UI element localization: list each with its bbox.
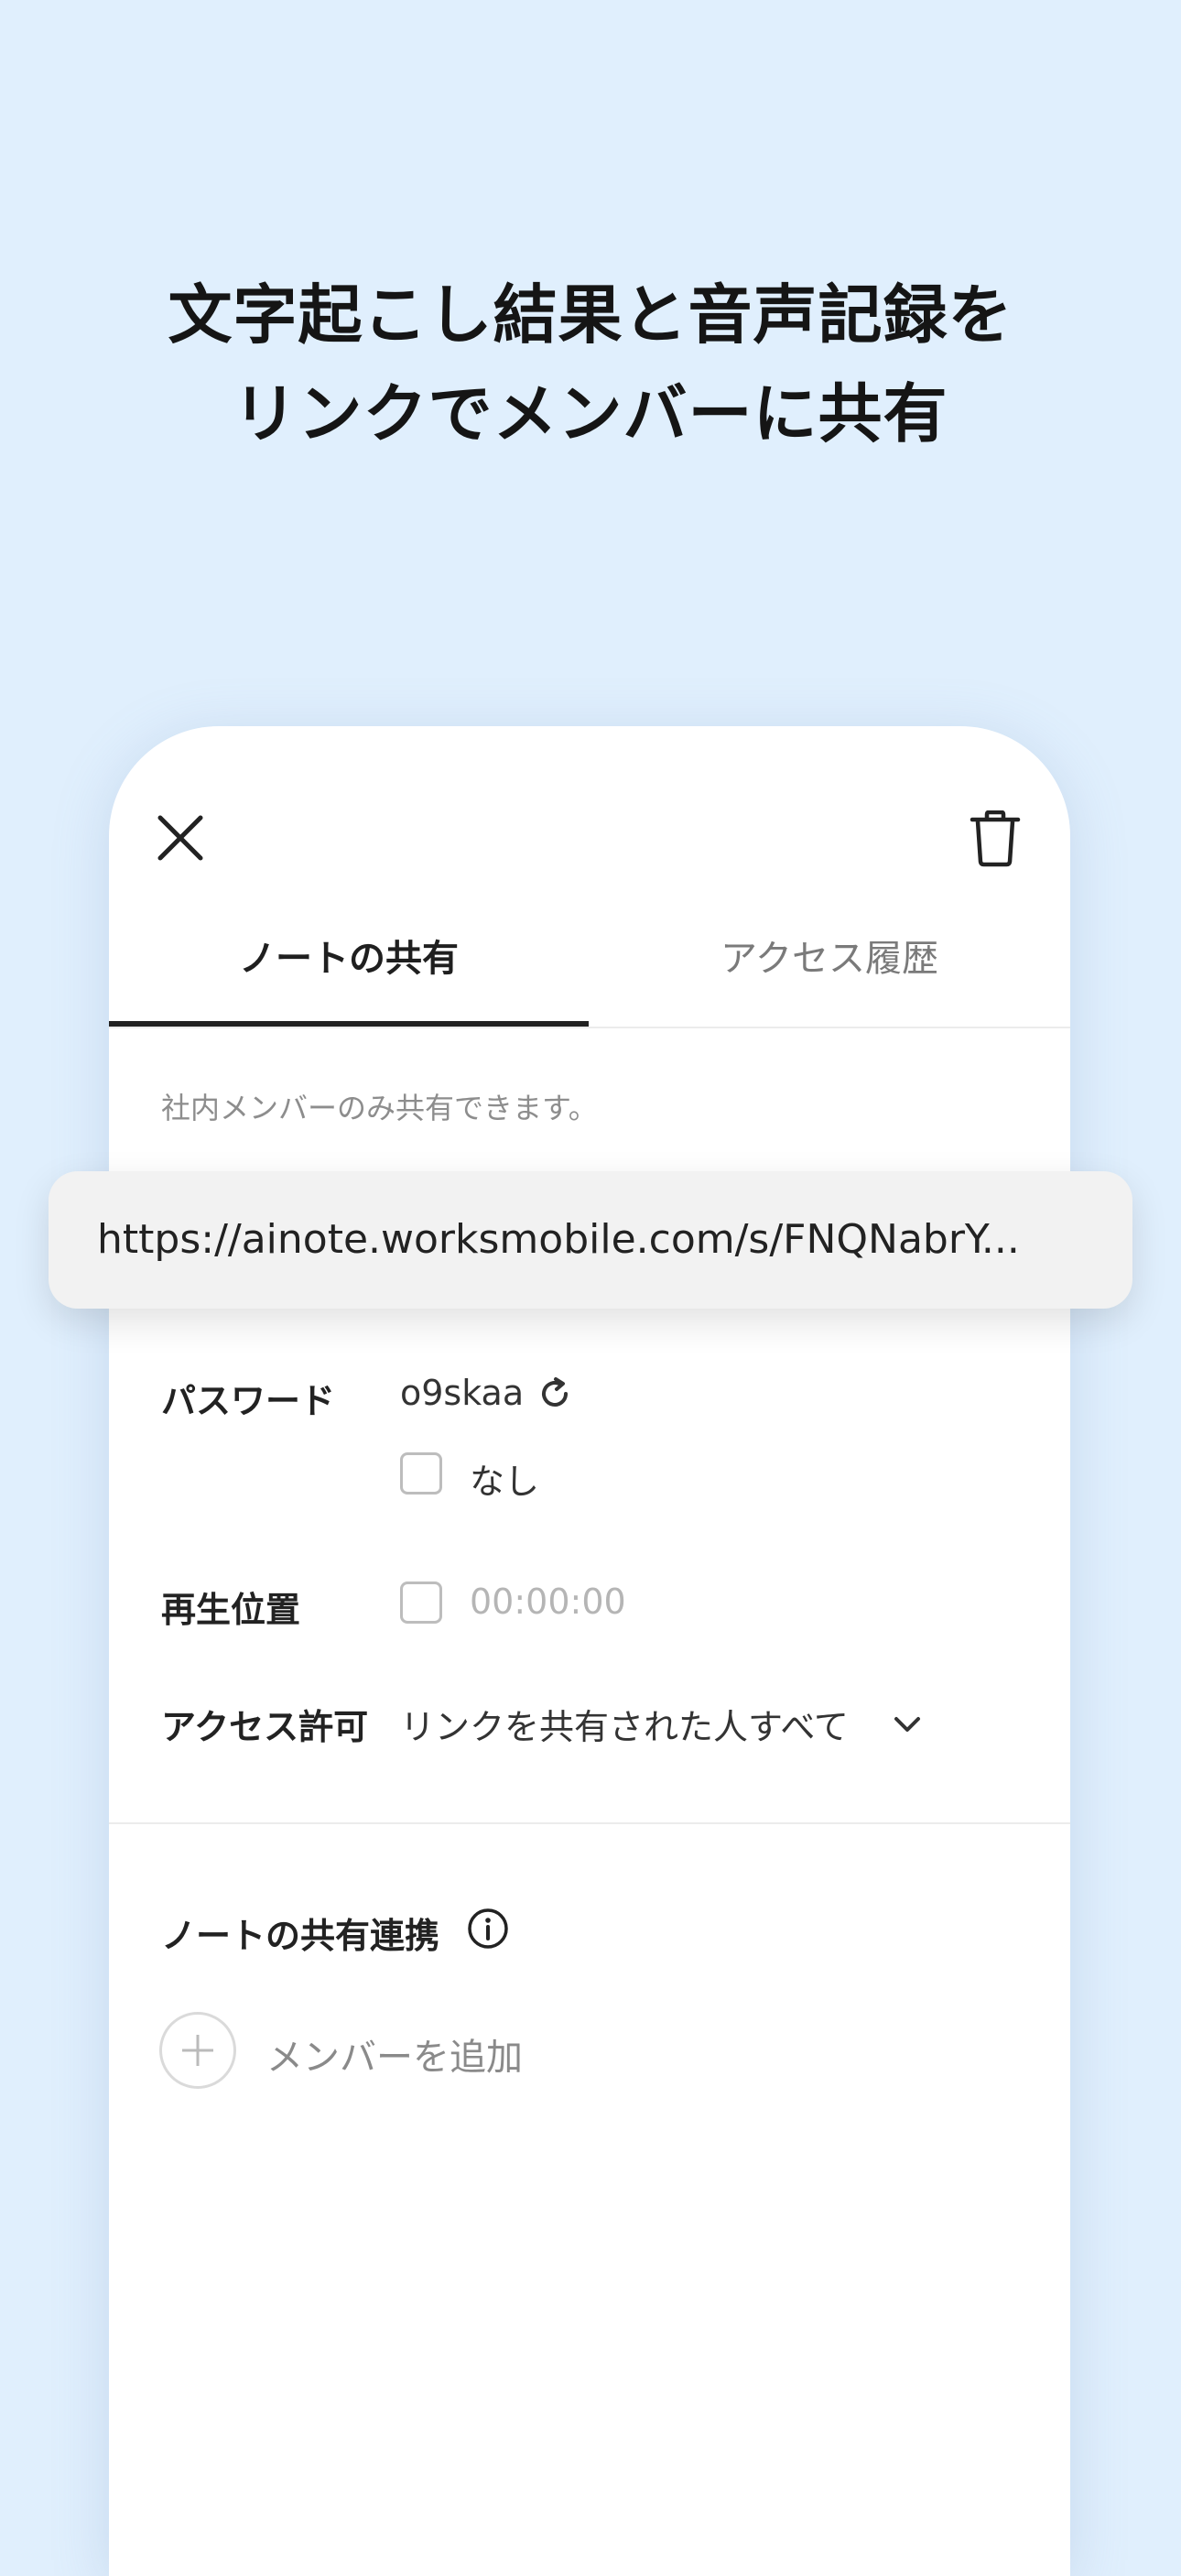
- password-value: o9skaa: [400, 1373, 525, 1413]
- access-permission-label: アクセス許可: [161, 1707, 369, 1747]
- section-divider: [109, 1822, 1070, 1824]
- tab-access-history[interactable]: アクセス履歴: [589, 909, 1070, 1027]
- share-url-field[interactable]: https://ainote.worksmobile.com/s/FNQNabr…: [49, 1171, 1132, 1309]
- tab-note-share[interactable]: ノートの共有: [109, 909, 589, 1027]
- access-permission-select[interactable]: リンクを共有された人すべて: [400, 1699, 849, 1749]
- tab-bar: ノートの共有 アクセス履歴: [109, 909, 1070, 1028]
- playback-position-checkbox[interactable]: [400, 1581, 442, 1624]
- chevron-down-icon[interactable]: [889, 1706, 926, 1743]
- headline-line-1: 文字起こし結果と音声記録を: [168, 277, 1013, 353]
- headline-line-2: リンクでメンバーに共有: [233, 376, 948, 451]
- close-icon[interactable]: [157, 814, 204, 862]
- no-password-checkbox[interactable]: [400, 1452, 442, 1495]
- share-sheet: ノートの共有 アクセス履歴 社内メンバーのみ共有できます。 パスワード o9sk…: [109, 726, 1070, 2576]
- playback-position-label: 再生位置: [161, 1590, 301, 1630]
- trash-icon[interactable]: [970, 810, 1021, 867]
- add-member-button[interactable]: [159, 2012, 236, 2089]
- plus-icon: [182, 2035, 213, 2066]
- linked-share-label: ノートの共有連携: [161, 1916, 440, 1956]
- add-member-label[interactable]: メンバーを追加: [266, 2027, 523, 2081]
- refresh-icon[interactable]: [536, 1375, 574, 1413]
- headline: 文字起こし結果と音声記録を リンクでメンバーに共有: [0, 266, 1181, 463]
- info-icon[interactable]: [465, 1906, 511, 1951]
- password-label: パスワード: [161, 1381, 336, 1421]
- playback-position-time: 00:00:00: [470, 1581, 626, 1622]
- no-password-label: なし: [470, 1462, 540, 1502]
- share-notice: 社内メンバーのみ共有できます。: [161, 1091, 598, 1125]
